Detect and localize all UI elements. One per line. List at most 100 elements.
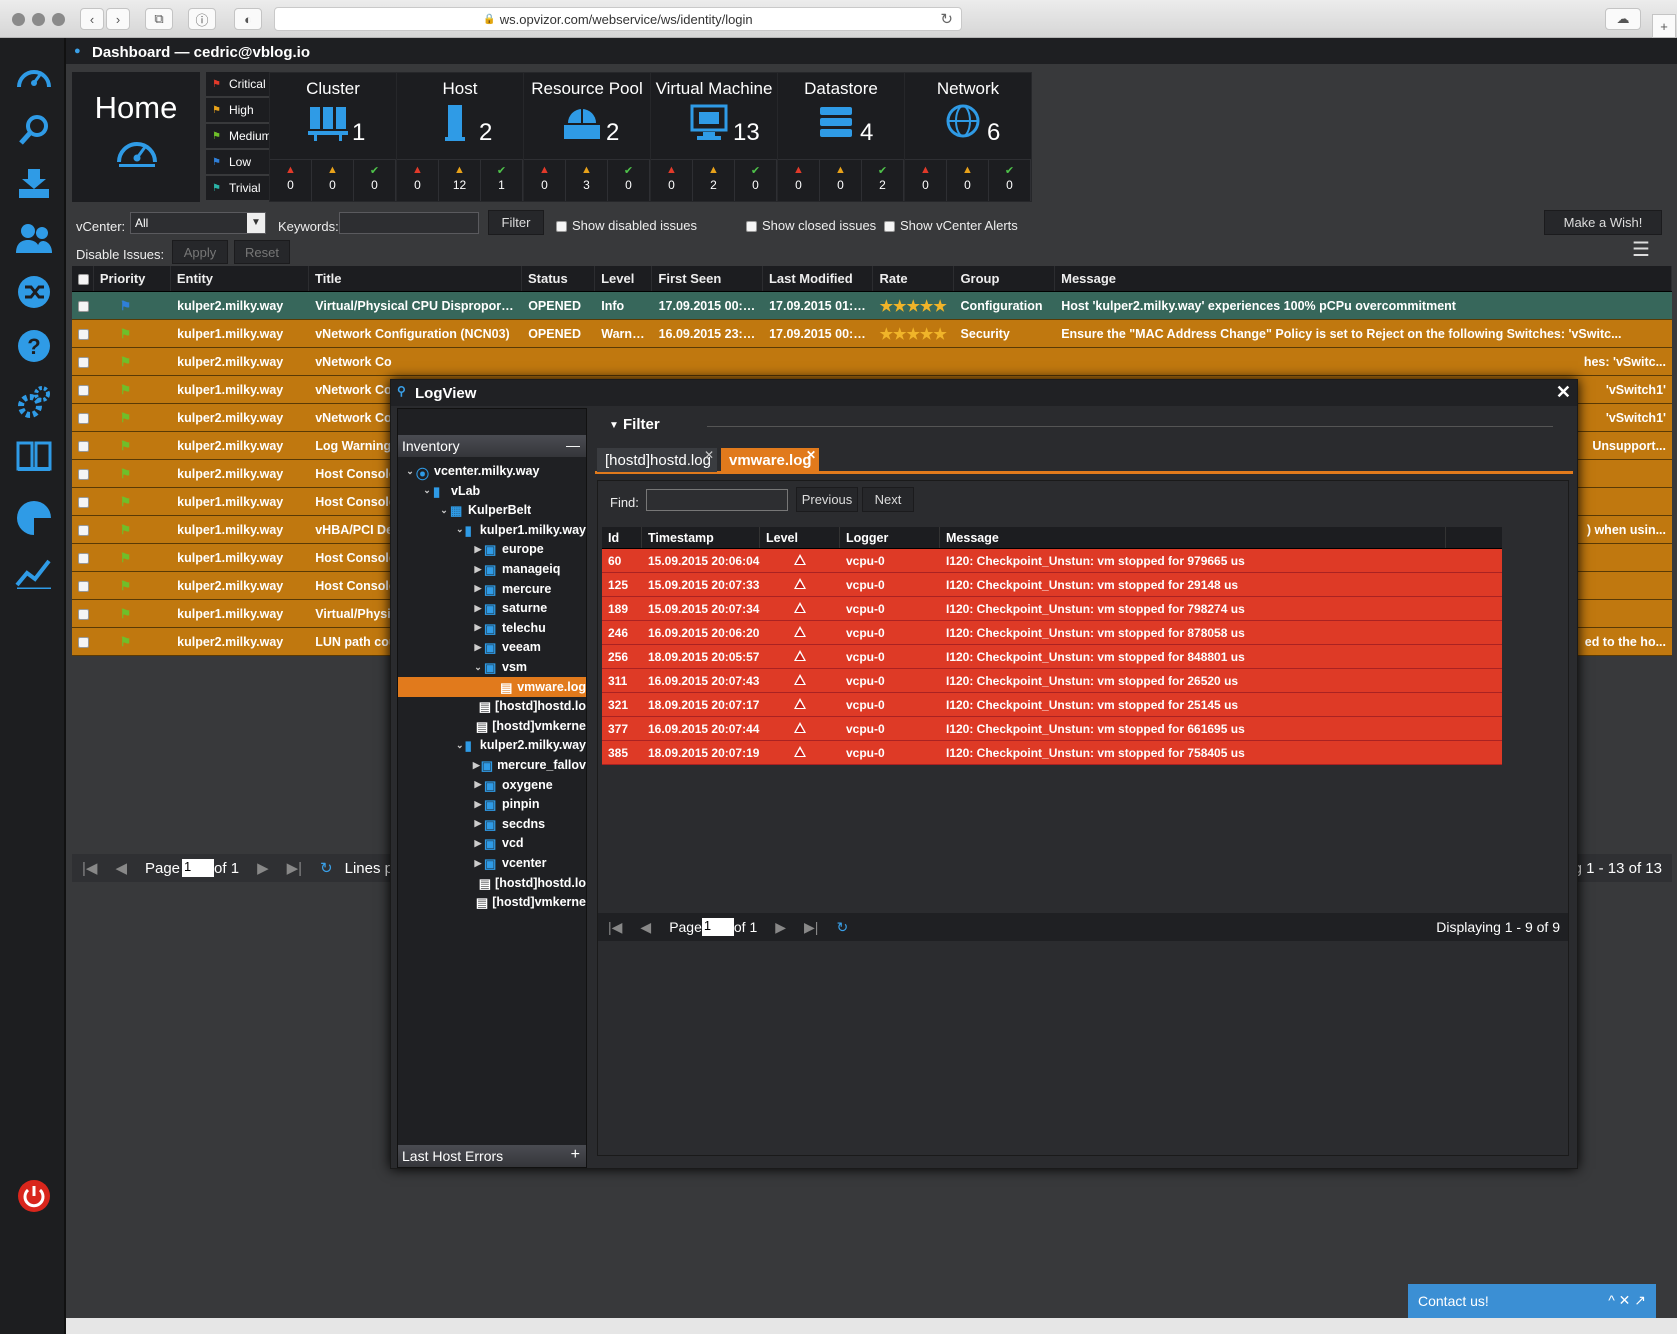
reader-icon[interactable]: ⓘ	[188, 8, 216, 30]
column-header-level[interactable]: Level	[595, 266, 653, 291]
new-tab-icon[interactable]: +	[1652, 14, 1676, 38]
tree-node-vlab[interactable]: ⌄ ▮ vLab	[398, 481, 586, 501]
row-checkbox[interactable]	[72, 523, 94, 537]
chevron-right-icon[interactable]: ▶	[472, 779, 484, 790]
table-row[interactable]: ⚑ kulper2.milky.way vNetwork Co hes: 'vSwit…	[72, 348, 1672, 376]
cell-entity[interactable]: kulper1.milky.way	[171, 607, 309, 621]
severity-low[interactable]: ⚑ Low	[206, 150, 276, 174]
window-close-dot[interactable]	[12, 13, 25, 26]
tree-node-kulper1-milky-way[interactable]: ⌄ ▮ kulper1.milky.way	[398, 520, 586, 540]
category-tile-cluster[interactable]: Cluster 1 ▲ 0 ▲ 0 ✔ 0	[269, 72, 397, 202]
ok-stat[interactable]: ✔ 0	[354, 160, 396, 201]
checkbox-box[interactable]	[78, 412, 89, 424]
row-checkbox[interactable]	[72, 635, 94, 649]
cell-entity[interactable]: kulper2.milky.way	[171, 411, 309, 425]
checkbox-box[interactable]	[78, 468, 89, 480]
chevron-down-icon[interactable]: ⌄	[455, 740, 465, 751]
ok-stat[interactable]: ✔ 0	[735, 160, 777, 201]
checkbox-box[interactable]	[78, 384, 89, 396]
chevron-right-icon[interactable]: ▶	[472, 760, 481, 771]
category-tile-network[interactable]: Network 6 ▲ 0 ▲ 0 ✔ 0	[904, 72, 1032, 202]
refresh-icon[interactable]: ↻	[320, 859, 333, 877]
show-disabled-checkbox[interactable]: Show disabled issues	[556, 218, 697, 233]
row-checkbox[interactable]	[72, 495, 94, 509]
row-checkbox[interactable]	[72, 383, 94, 397]
chevron-right-icon[interactable]: ▶	[472, 799, 484, 810]
cell-entity[interactable]: kulper1.milky.way	[171, 383, 309, 397]
chevron-right-icon[interactable]: ▶	[472, 818, 484, 829]
row-checkbox[interactable]	[72, 411, 94, 425]
logview-titlebar[interactable]: ⚲ LogView ✕	[391, 380, 1577, 406]
show-closed-checkbox[interactable]: Show closed issues	[746, 218, 876, 233]
cell-entity[interactable]: kulper2.milky.way	[171, 439, 309, 453]
filter-button[interactable]: Filter	[488, 210, 544, 235]
checkbox-box[interactable]	[78, 608, 89, 620]
row-checkbox[interactable]	[72, 327, 94, 341]
checkbox-box[interactable]	[78, 552, 89, 564]
vcenter-select[interactable]: All ▼	[130, 212, 266, 234]
checkbox-box[interactable]	[78, 328, 89, 340]
tree-node-vmware-log[interactable]: ▤ vmware.log	[398, 676, 586, 697]
column-header-title[interactable]: Title	[309, 266, 522, 291]
tree-node-europe[interactable]: ▶ ▣ europe	[398, 539, 586, 559]
chevron-right-icon[interactable]: ▶	[472, 622, 484, 633]
last-host-errors-header[interactable]: Last Host Errors +	[398, 1145, 586, 1167]
select-all-checkbox[interactable]	[72, 266, 94, 291]
tab-overview-icon[interactable]: ⧉	[145, 8, 173, 30]
critical-stat[interactable]: ▲ 0	[651, 160, 693, 201]
column-header-group[interactable]: Group	[954, 266, 1056, 291]
log-row[interactable]: 256 18.09.2015 20:05:57 vcpu-0 I120: Checkp…	[602, 645, 1502, 669]
column-header-message[interactable]: Message	[1055, 266, 1672, 291]
tree-node-kulper2-milky-way[interactable]: ⌄ ▮ kulper2.milky.way	[398, 735, 586, 755]
refresh-icon[interactable]: ↻	[836, 919, 848, 936]
checkbox-box[interactable]	[78, 496, 89, 508]
log-row[interactable]: 60 15.09.2015 20:06:04 vcpu-0 I120: Checkpo…	[602, 549, 1502, 573]
log-row[interactable]: 125 15.09.2015 20:07:33 vcpu-0 I120: Checkp…	[602, 573, 1502, 597]
row-checkbox[interactable]	[72, 355, 94, 369]
log-row[interactable]: 311 16.09.2015 20:07:43 vcpu-0 I120: Checkp…	[602, 669, 1502, 693]
make-a-wish-button[interactable]: Make a Wish!	[1544, 210, 1662, 235]
tree-node-manageiq[interactable]: ▶ ▣ manageiq	[398, 559, 586, 579]
tree-node-kulperbelt[interactable]: ⌄ ▦ KulperBelt	[398, 500, 586, 520]
chevron-down-icon[interactable]: ⌄	[421, 485, 433, 496]
chevron-down-icon[interactable]: ⌄	[455, 524, 465, 535]
next-button[interactable]: Next	[862, 487, 914, 512]
cloud-icon[interactable]: ☁	[1605, 8, 1641, 30]
window-minimize-dot[interactable]	[32, 13, 45, 26]
log-row[interactable]: 189 15.09.2015 20:07:34 vcpu-0 I120: Checkp…	[602, 597, 1502, 621]
tree-node--hostd-hostd-lo[interactable]: ▤ [hostd]hostd.lo	[398, 873, 586, 893]
tree-node-vcd[interactable]: ▶ ▣ vcd	[398, 833, 586, 853]
warning-stat[interactable]: ▲ 0	[312, 160, 354, 201]
cell-entity[interactable]: kulper2.milky.way	[171, 579, 309, 593]
page-input[interactable]: 1	[182, 859, 215, 877]
tree-node--hostd-vmkerne[interactable]: ▤ [hostd]vmkerne	[398, 892, 586, 912]
collapse-icon[interactable]: —	[566, 437, 580, 453]
log-column-header-message[interactable]: Message	[940, 527, 1446, 548]
row-checkbox[interactable]	[72, 467, 94, 481]
shuffle-icon[interactable]	[14, 272, 54, 312]
tree-node--hostd-vmkerne[interactable]: ▤ [hostd]vmkerne	[398, 716, 586, 736]
close-tab-icon[interactable]: ✕	[806, 448, 816, 462]
close-tab-icon[interactable]: ✕	[704, 448, 714, 462]
tree-node-vcenter[interactable]: ▶ ▣ vcenter	[398, 853, 586, 873]
next-page-icon[interactable]: ▶	[775, 919, 786, 936]
ok-stat[interactable]: ✔ 1	[481, 160, 523, 201]
row-checkbox[interactable]	[72, 579, 94, 593]
log-row[interactable]: 321 18.09.2015 20:07:17 vcpu-0 I120: Checkp…	[602, 693, 1502, 717]
prev-page-icon[interactable]: ◀	[115, 859, 127, 877]
checkbox-box[interactable]	[78, 300, 89, 312]
severity-trivial[interactable]: ⚑ Trivial	[206, 176, 276, 200]
first-page-icon[interactable]: |◀	[82, 859, 97, 877]
chevron-right-icon[interactable]: ▶	[472, 603, 484, 614]
severity-critical[interactable]: ⚑ Critical	[206, 72, 276, 96]
contact-controls[interactable]: ^ ✕ ↗	[1608, 1292, 1646, 1309]
tab--hostd-hostd-log[interactable]: [hostd]hostd.log ✕	[597, 448, 717, 472]
chevron-right-icon[interactable]: ▶	[472, 642, 484, 653]
cell-entity[interactable]: kulper1.milky.way	[171, 495, 309, 509]
log-row[interactable]: 385 18.09.2015 20:07:19 vcpu-0 I120: Checkp…	[602, 741, 1502, 765]
last-page-icon[interactable]: ▶|	[287, 859, 302, 877]
category-tile-host[interactable]: Host 2 ▲ 0 ▲ 12 ✔ 1	[396, 72, 524, 202]
row-checkbox[interactable]	[72, 299, 94, 313]
tree-node-oxygene[interactable]: ▶ ▣ oxygene	[398, 775, 586, 795]
cell-entity[interactable]: kulper2.milky.way	[171, 299, 309, 313]
